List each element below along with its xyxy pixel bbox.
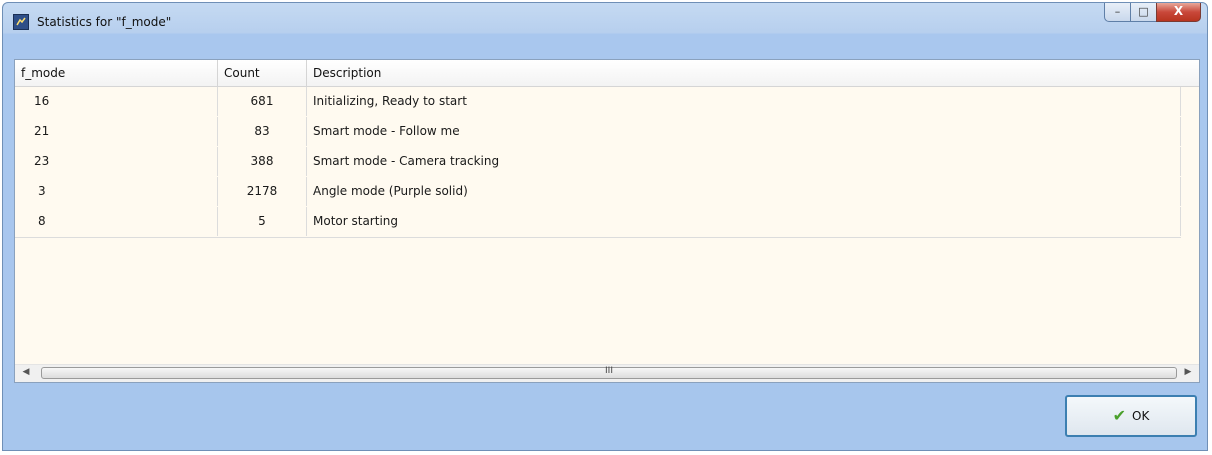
cell-description: Motor starting	[307, 207, 1181, 236]
cell-f-mode: 23	[15, 147, 218, 176]
cell-f-mode: 3	[15, 177, 218, 206]
cell-f-mode: 16	[15, 87, 218, 116]
scroll-right-icon[interactable]: ▶	[1180, 367, 1196, 377]
minimize-button[interactable]: –	[1104, 3, 1130, 22]
column-header-description[interactable]: Description	[307, 60, 1199, 86]
cell-count: 83	[218, 117, 307, 146]
cell-count: 681	[218, 87, 307, 116]
cell-count: 5	[218, 207, 307, 236]
scroll-left-icon[interactable]: ◀	[18, 367, 34, 377]
maximize-icon: □	[1138, 5, 1149, 18]
cell-description: Smart mode - Camera tracking	[307, 147, 1181, 176]
table-row[interactable]: 23 388 Smart mode - Camera tracking	[15, 147, 1181, 178]
cell-f-mode: 21	[15, 117, 218, 146]
close-button[interactable]: X	[1156, 3, 1201, 22]
table-row[interactable]: 21 83 Smart mode - Follow me	[15, 117, 1181, 148]
window-controls: – □ X	[1104, 3, 1201, 23]
table-row[interactable]: 16 681 Initializing, Ready to start	[15, 87, 1181, 118]
checkmark-icon: ✔	[1112, 406, 1127, 425]
cell-description: Angle mode (Purple solid)	[307, 177, 1181, 206]
cell-count: 388	[218, 147, 307, 176]
horizontal-scrollbar[interactable]: ◀ III ▶	[15, 364, 1199, 382]
grip-icon: III	[605, 366, 613, 376]
table-row[interactable]: 8 5 Motor starting	[15, 207, 1181, 238]
column-header-f-mode[interactable]: f_mode	[15, 60, 218, 86]
statistics-window: Statistics for "f_mode" – □ X f_mode Cou…	[2, 2, 1208, 451]
close-icon: X	[1173, 4, 1184, 18]
cell-count: 2178	[218, 177, 307, 206]
cell-description: Smart mode - Follow me	[307, 117, 1181, 146]
title-bar[interactable]: Statistics for "f_mode" – □ X	[3, 3, 1207, 33]
window-title: Statistics for "f_mode"	[37, 15, 172, 29]
table-row[interactable]: 3 2178 Angle mode (Purple solid)	[15, 177, 1181, 208]
scrollbar-thumb[interactable]: III	[41, 366, 1177, 379]
grid-header: f_mode Count Description	[15, 60, 1199, 87]
cell-description: Initializing, Ready to start	[307, 87, 1181, 116]
ok-button[interactable]: ✔ OK	[1065, 395, 1197, 437]
minimize-icon: –	[1114, 5, 1121, 18]
statistics-grid[interactable]: f_mode Count Description 16 681 Initiali…	[14, 59, 1200, 383]
ok-label: OK	[1132, 409, 1150, 423]
cell-f-mode: 8	[15, 207, 218, 236]
column-header-count[interactable]: Count	[218, 60, 307, 86]
maximize-button[interactable]: □	[1130, 3, 1156, 22]
app-icon	[13, 14, 29, 30]
